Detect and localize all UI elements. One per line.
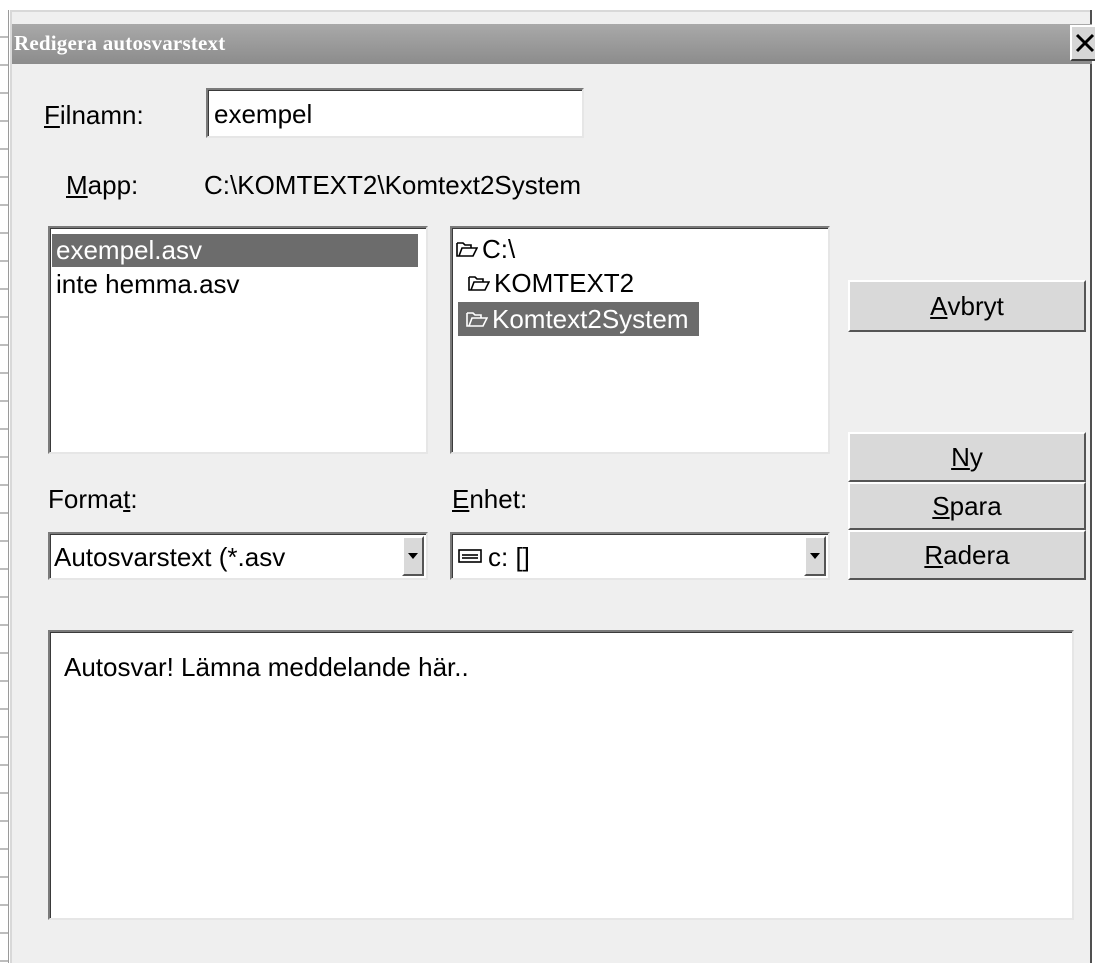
delete-button[interactable]: Radera	[848, 530, 1086, 580]
close-button[interactable]	[1070, 25, 1095, 61]
new-button[interactable]: Ny	[848, 432, 1086, 482]
file-list-item[interactable]: inte hemma.asv	[52, 268, 418, 301]
file-list[interactable]: exempel.asv inte hemma.asv	[48, 226, 428, 454]
file-list-item-label: exempel.asv	[56, 235, 202, 265]
folder-open-icon	[466, 302, 489, 336]
message-textarea[interactable]: Autosvar! Lämna meddelande här..	[48, 630, 1074, 920]
file-list-item-label: inte hemma.asv	[56, 269, 240, 299]
save-button[interactable]: Spara	[848, 482, 1086, 530]
tree-item-komtext2[interactable]: KOMTEXT2	[468, 266, 634, 300]
tree-item-label: C:\	[482, 234, 516, 264]
message-text: Autosvar! Lämna meddelande här..	[64, 652, 469, 682]
tree-item-label: KOMTEXT2	[494, 268, 635, 298]
chevron-down-icon	[810, 553, 820, 559]
format-select-value: Autosvarstext (*.asv	[54, 542, 286, 572]
filename-input[interactable]: exempel	[206, 88, 584, 138]
file-list-item[interactable]: exempel.asv	[52, 234, 418, 267]
drive-dropdown-button[interactable]	[804, 536, 826, 576]
drive-icon	[458, 548, 482, 569]
dialog-window: Redigera autosvarstext Filnamn: exempel …	[10, 10, 1095, 963]
tree-item-komtext2system[interactable]: Komtext2System	[458, 302, 699, 336]
title-bar[interactable]: Redigera autosvarstext	[12, 24, 1095, 64]
directory-tree[interactable]: C:\ KOMTEXT2 Komtext2System	[450, 226, 830, 454]
format-label: Format:	[48, 484, 138, 514]
folder-open-icon	[456, 232, 479, 266]
cancel-button[interactable]: Avbryt	[848, 280, 1086, 332]
chevron-down-icon	[408, 553, 418, 559]
tree-item-root[interactable]: C:\	[456, 232, 515, 266]
folder-open-icon	[468, 266, 491, 300]
tree-item-label: Komtext2System	[492, 304, 689, 334]
folder-path: C:\KOMTEXT2\Komtext2System	[204, 170, 582, 200]
drive-label: Enhet:	[452, 484, 528, 514]
drive-select[interactable]: c: []	[450, 532, 830, 580]
close-icon	[1075, 33, 1095, 53]
folder-label: Mapp:	[66, 170, 139, 200]
format-select[interactable]: Autosvarstext (*.asv	[48, 532, 428, 580]
screen: Redigera autosvarstext Filnamn: exempel …	[0, 0, 1095, 963]
window-title: Redigera autosvarstext	[14, 31, 226, 55]
background-window-edge-right	[1090, 10, 1095, 963]
filename-value: exempel	[214, 99, 313, 129]
drive-select-value: c: []	[488, 542, 530, 572]
background-window-edge-left	[0, 10, 9, 963]
filename-label: Filnamn:	[44, 100, 144, 130]
format-dropdown-button[interactable]	[402, 536, 424, 576]
